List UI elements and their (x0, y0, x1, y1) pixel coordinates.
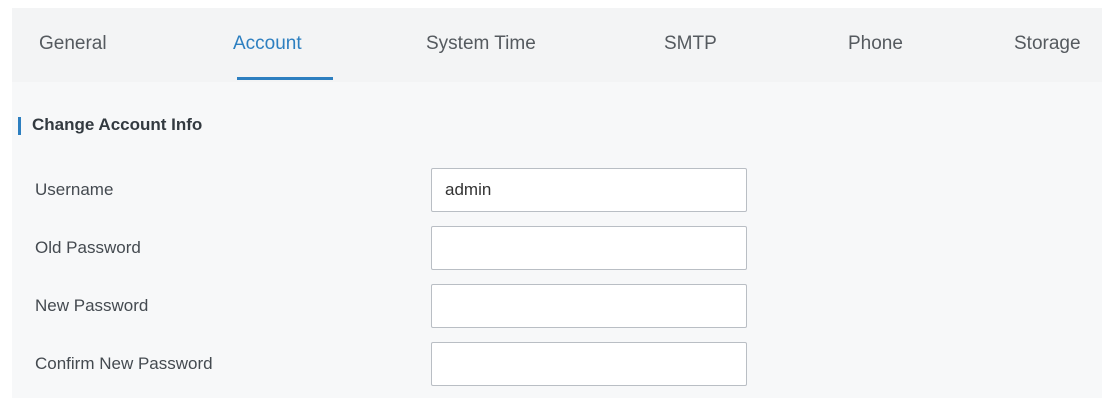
change-account-info-section: Change Account Info Username Old Passwor… (12, 82, 1102, 398)
confirm-new-password-input[interactable] (431, 342, 747, 386)
tab-account[interactable]: Account (233, 8, 302, 82)
username-label: Username (35, 180, 114, 199)
old-password-row: Old Password (12, 226, 1102, 272)
new-password-row: New Password (12, 284, 1102, 330)
account-settings-page: General Account System Time SMTP Phone S… (0, 0, 1102, 398)
tab-phone[interactable]: Phone (848, 8, 903, 82)
active-tab-indicator (237, 77, 333, 80)
tab-smtp[interactable]: SMTP (664, 8, 717, 82)
tab-system-time[interactable]: System Time (426, 8, 536, 82)
new-password-label: New Password (35, 296, 149, 315)
username-input[interactable] (431, 168, 747, 212)
username-row: Username (12, 168, 1102, 214)
confirm-new-password-label: Confirm New Password (35, 354, 213, 373)
section-title: Change Account Info (32, 115, 203, 134)
new-password-input[interactable] (431, 284, 747, 328)
old-password-label: Old Password (35, 238, 141, 257)
tab-storage[interactable]: Storage (1014, 8, 1081, 82)
old-password-input[interactable] (431, 226, 747, 270)
tab-general[interactable]: General (39, 8, 107, 82)
tab-bar: General Account System Time SMTP Phone S… (12, 8, 1102, 82)
confirm-new-password-row: Confirm New Password (12, 342, 1102, 388)
section-marker (18, 117, 21, 135)
